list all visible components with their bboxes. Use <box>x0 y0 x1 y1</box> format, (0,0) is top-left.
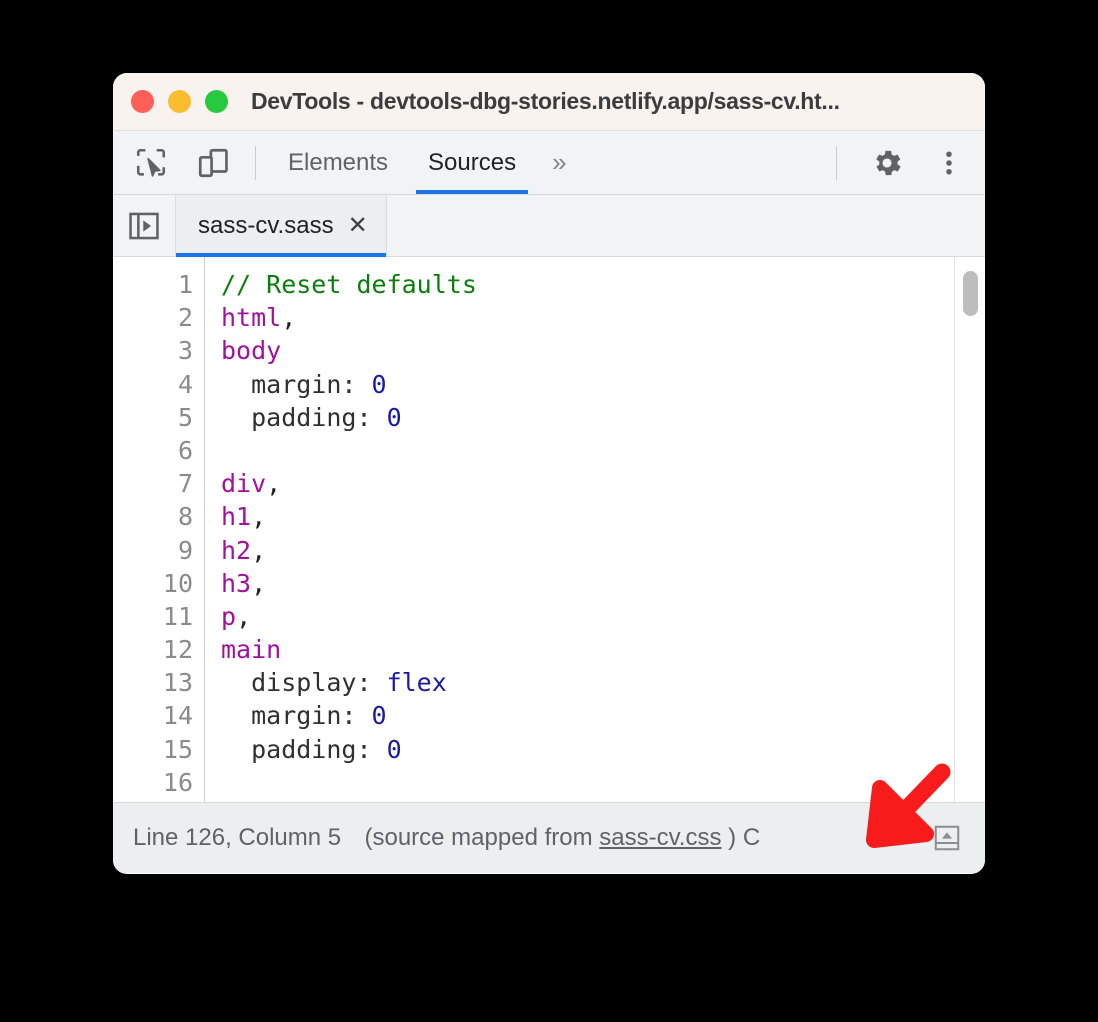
code-line[interactable]: p, <box>221 600 985 633</box>
line-number: 3 <box>177 336 193 366</box>
code-token: 0 <box>371 369 387 399</box>
cursor-position-label: Line 126, Column 5 <box>133 824 342 851</box>
code-token: display: <box>221 668 387 698</box>
screenshot-root: DevTools - devtools-dbg-stories.netlify.… <box>0 0 1098 1022</box>
code-token: h1 <box>221 502 252 532</box>
code-line[interactable]: h3, <box>221 567 985 600</box>
code-content[interactable]: // Reset defaults html, body margin: 0 pad… <box>205 257 985 802</box>
line-number: 7 <box>177 469 193 499</box>
code-token: main <box>221 635 282 665</box>
statusbar-right-group <box>927 818 967 858</box>
line-number: 1 <box>177 270 193 299</box>
line-number: 4 <box>177 369 193 399</box>
code-line[interactable]: margin: 0 <box>221 368 985 401</box>
code-token: , <box>266 469 282 499</box>
code-line[interactable]: h1, <box>221 500 985 533</box>
show-navigator-icon[interactable] <box>113 195 175 256</box>
devtools-window: DevTools - devtools-dbg-stories.netlify.… <box>113 73 985 874</box>
gear-icon[interactable] <box>863 139 911 187</box>
code-token: flex <box>386 668 447 698</box>
code-token: 0 <box>371 701 387 731</box>
vertical-scrollbar[interactable] <box>954 257 985 802</box>
code-line[interactable]: padding: 0 <box>221 401 985 434</box>
toolbar-divider-right <box>836 145 837 180</box>
file-tab-sass-cv-sass[interactable]: sass-cv.sass ✕ <box>175 195 387 257</box>
line-number: 10 <box>162 568 193 598</box>
editor-statusbar: Line 126, Column 5 (source mapped from s… <box>113 802 985 873</box>
code-line[interactable]: padding: 0 <box>221 733 985 766</box>
line-number-gutter: 1 2 3 4 5 6 7 8 9 10 11 12 13 14 15 16 <box>113 257 205 802</box>
line-number: 15 <box>162 734 193 764</box>
code-token: 0 <box>386 734 402 764</box>
file-tab-label: sass-cv.sass <box>198 211 334 239</box>
toolbar-divider <box>255 145 256 180</box>
code-token: 0 <box>386 402 402 432</box>
line-number: 6 <box>177 435 193 465</box>
window-title: DevTools - devtools-dbg-stories.netlify.… <box>251 88 840 114</box>
panel-tab-list: Elements Sources <box>268 131 536 194</box>
three-dot-menu-icon[interactable] <box>925 139 973 187</box>
code-token: // Reset defaults <box>221 270 477 299</box>
traffic-lights <box>131 90 228 113</box>
code-line[interactable]: display: flex <box>221 666 985 699</box>
pretty-print-icon[interactable] <box>927 818 967 858</box>
window-titlebar: DevTools - devtools-dbg-stories.netlify.… <box>113 73 985 131</box>
code-line[interactable]: main <box>221 633 985 666</box>
code-token: padding: <box>221 402 387 432</box>
status-message: Line 126, Column 5 (source mapped from s… <box>133 824 760 852</box>
code-line[interactable] <box>221 766 985 799</box>
minimize-window-button[interactable] <box>168 90 191 113</box>
code-line[interactable]: div, <box>221 467 985 500</box>
code-line[interactable]: // Reset defaults <box>221 268 985 301</box>
code-line[interactable]: body <box>221 334 985 367</box>
line-number: 12 <box>162 635 193 665</box>
status-trailing-text: C <box>742 824 761 851</box>
close-icon[interactable]: ✕ <box>348 213 368 238</box>
tab-sources[interactable]: Sources <box>408 131 536 194</box>
source-code-editor[interactable]: 1 2 3 4 5 6 7 8 9 10 11 12 13 14 15 16 // Reset default… <box>113 257 985 802</box>
line-number: 16 <box>162 767 193 797</box>
close-window-button[interactable] <box>131 90 154 113</box>
file-tabstrip: sass-cv.sass ✕ <box>113 195 985 257</box>
source-mapped-prefix: (source mapped from <box>364 824 600 851</box>
toolbar-right-group <box>818 131 985 194</box>
scrollbar-thumb[interactable] <box>963 271 978 316</box>
device-toolbar-icon[interactable] <box>189 139 237 187</box>
code-token: html <box>221 303 282 333</box>
maximize-window-button[interactable] <box>205 90 228 113</box>
line-number: 11 <box>162 601 193 631</box>
line-number: 14 <box>162 701 193 731</box>
code-line[interactable]: html, <box>221 301 985 334</box>
line-number: 8 <box>177 502 193 532</box>
code-token: h3 <box>221 568 252 598</box>
code-token: margin: <box>221 369 372 399</box>
code-token: margin: <box>221 701 372 731</box>
tab-elements[interactable]: Elements <box>268 131 408 194</box>
code-line[interactable] <box>221 434 985 467</box>
inspect-element-icon[interactable] <box>127 139 175 187</box>
code-token: , <box>251 535 267 565</box>
code-token: , <box>251 502 267 532</box>
line-number: 9 <box>177 535 193 565</box>
line-number: 13 <box>162 668 193 698</box>
devtools-main-toolbar: Elements Sources » <box>113 131 985 195</box>
more-panels-button[interactable]: » <box>536 147 582 178</box>
line-number: 2 <box>177 303 193 333</box>
code-line[interactable]: h2, <box>221 534 985 567</box>
source-map-link[interactable]: sass-cv.css <box>599 824 721 851</box>
source-mapped-suffix: ) <box>728 824 737 851</box>
code-token: , <box>236 601 252 631</box>
line-number: 5 <box>177 402 193 432</box>
code-line[interactable]: margin: 0 <box>221 699 985 732</box>
code-token: p <box>221 601 237 631</box>
code-token: h2 <box>221 535 252 565</box>
code-token: body <box>221 336 282 366</box>
code-token: padding: <box>221 734 387 764</box>
code-token: , <box>281 303 297 333</box>
code-token: , <box>251 568 267 598</box>
code-token: div <box>221 469 267 499</box>
